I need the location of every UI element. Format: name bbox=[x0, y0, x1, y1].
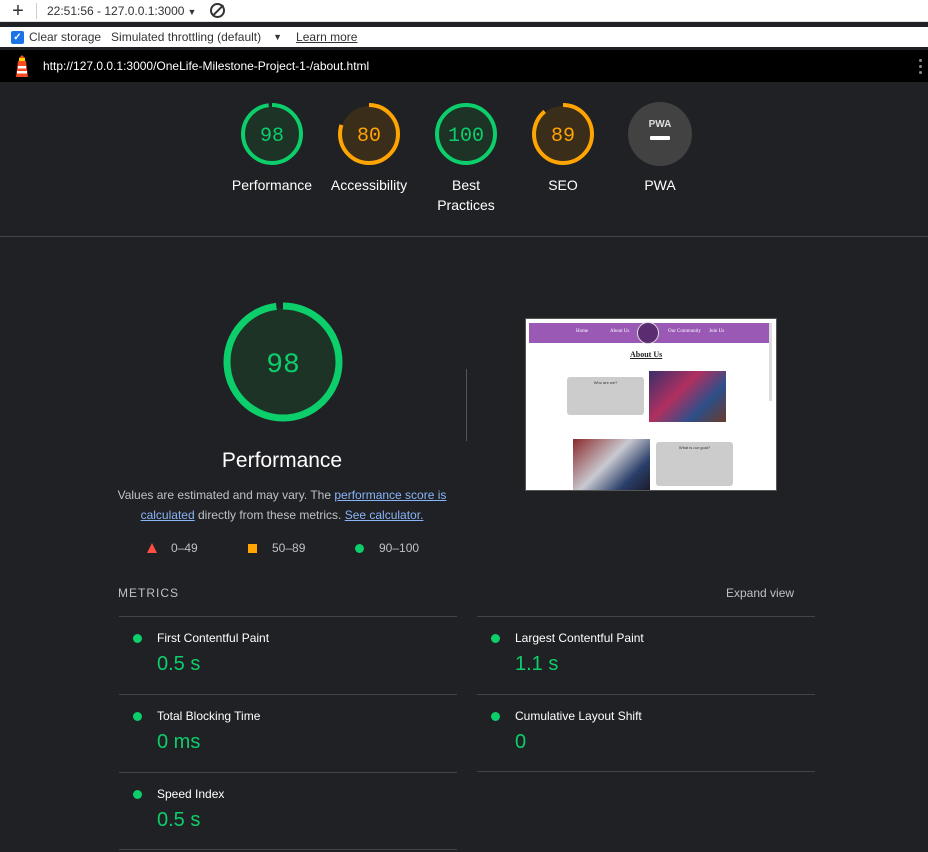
metric-cls: Cumulative Layout Shift 0 bbox=[477, 694, 815, 772]
report-select[interactable]: 22:51:56 - 127.0.0.1:3000 ▼ bbox=[47, 4, 196, 18]
report-url: http://127.0.0.1:3000/OneLife-Milestone-… bbox=[43, 59, 370, 73]
thumb-card-title: Who are we? bbox=[593, 380, 618, 385]
thumb-card-title: What is our goal? bbox=[678, 445, 711, 450]
toolbar-divider bbox=[36, 2, 37, 19]
score-gauges: 98 Performance 80 Accessibility 100 Best… bbox=[0, 82, 928, 237]
thumb-nav-item: Home bbox=[576, 329, 589, 334]
metric-value: 0 ms bbox=[157, 731, 201, 753]
metric-value: 0 bbox=[515, 731, 527, 753]
pass-circle-icon bbox=[491, 712, 500, 721]
thumb-card: Who are we? bbox=[567, 377, 644, 415]
section-divider bbox=[466, 369, 467, 441]
gauge-score: 100 bbox=[448, 125, 484, 148]
gauge-label: Accessibility bbox=[330, 177, 408, 193]
performance-score: 98 bbox=[266, 350, 300, 381]
legend-average: 50–89 bbox=[248, 541, 305, 555]
thumb-image bbox=[573, 439, 650, 490]
metrics-heading: METRICS bbox=[118, 586, 179, 600]
lighthouse-icon bbox=[16, 55, 28, 77]
metric-label: Cumulative Layout Shift bbox=[515, 709, 642, 723]
report-url-bar: http://127.0.0.1:3000/OneLife-Milestone-… bbox=[0, 50, 928, 82]
thumb-heading: About Us bbox=[630, 350, 663, 359]
performance-title: Performance bbox=[221, 449, 343, 472]
performance-note: Values are estimated and may vary. The p… bbox=[112, 485, 452, 525]
gauge-arc: 89 bbox=[532, 103, 594, 165]
thumb-nav-item: About Us bbox=[610, 329, 630, 334]
metric-value: 1.1 s bbox=[515, 653, 559, 675]
throttling-label: Simulated throttling (default) bbox=[111, 30, 262, 44]
clear-storage-checkbox[interactable]: ✓ bbox=[11, 30, 24, 44]
pass-circle-icon bbox=[133, 790, 142, 799]
metric-value: 0.5 s bbox=[157, 809, 201, 831]
gauge-best-practices[interactable]: 100 Best Practices bbox=[418, 102, 514, 215]
legend-pass: 90–100 bbox=[355, 541, 419, 555]
gauge-arc: 98 bbox=[241, 103, 303, 165]
gauge-label: Best Practices bbox=[437, 177, 495, 213]
pass-circle-icon bbox=[133, 634, 142, 643]
gauge-label: PWA bbox=[644, 177, 676, 193]
legend-fail: 0–49 bbox=[147, 541, 198, 555]
new-report-button[interactable]: + bbox=[0, 1, 36, 21]
gauge-performance[interactable]: 98 Performance bbox=[224, 102, 320, 195]
circle-icon bbox=[355, 543, 364, 553]
gauge-pwa[interactable]: PWA PWA bbox=[612, 102, 708, 195]
gauge-label: SEO bbox=[548, 177, 578, 193]
square-icon bbox=[248, 543, 257, 553]
performance-gauge-large: 98 bbox=[223, 302, 343, 422]
thumb-logo bbox=[637, 322, 659, 344]
legend-range: 90–100 bbox=[379, 541, 420, 555]
thumb-nav-item: Our Community bbox=[668, 329, 701, 334]
gauge-label: Performance bbox=[231, 177, 313, 193]
metric-value: 0.5 s bbox=[157, 653, 201, 675]
note-text: directly from these metrics. bbox=[194, 508, 345, 522]
thumb-nav-item: Join Us bbox=[709, 329, 725, 334]
pass-circle-icon bbox=[491, 634, 500, 643]
see-calculator-link[interactable]: See calculator. bbox=[345, 508, 424, 522]
report-select-label: 22:51:56 - 127.0.0.1:3000 bbox=[47, 3, 185, 18]
metric-label: Total Blocking Time bbox=[157, 709, 261, 723]
gauge-accessibility[interactable]: 80 Accessibility bbox=[321, 102, 417, 195]
metric-lcp: Largest Contentful Paint 1.1 s bbox=[477, 616, 815, 694]
gauge-score: 89 bbox=[551, 125, 575, 148]
learn-more-link[interactable]: Learn more bbox=[296, 30, 357, 44]
pass-circle-icon bbox=[133, 712, 142, 721]
gauge-seo[interactable]: 89 SEO bbox=[515, 102, 611, 195]
thumb-image bbox=[649, 371, 726, 422]
expand-view-button[interactable]: Expand view bbox=[726, 586, 794, 600]
settings-bar: ✓ Clear storage Simulated throttling (de… bbox=[0, 27, 928, 47]
gauge-arc: 100 bbox=[435, 103, 497, 165]
gauge-arc: 80 bbox=[338, 103, 400, 165]
metric-si: Speed Index 0.5 s bbox=[119, 772, 457, 850]
metric-label: Speed Index bbox=[157, 787, 225, 801]
metric-label: First Contentful Paint bbox=[157, 631, 270, 645]
clear-icon[interactable] bbox=[210, 3, 226, 18]
clear-storage-label: Clear storage bbox=[29, 30, 102, 44]
triangle-icon bbox=[147, 543, 157, 553]
note-text: Values are estimated and may vary. The bbox=[117, 488, 335, 502]
page-screenshot-thumbnail[interactable]: Home About Us Our Community Join Us Abou… bbox=[525, 318, 777, 491]
pwa-badge-icon: PWA bbox=[628, 102, 692, 166]
legend-range: 50–89 bbox=[272, 541, 306, 555]
metric-tbt: Total Blocking Time 0 ms bbox=[119, 694, 457, 772]
thumb-scrollbar bbox=[769, 323, 772, 401]
pwa-badge-text: PWA bbox=[649, 119, 672, 130]
throttling-dropdown-icon[interactable]: ▼ bbox=[273, 32, 282, 42]
gauge-score: 80 bbox=[357, 125, 381, 148]
gauge-score: 98 bbox=[260, 125, 284, 148]
devtools-toolbar: + 22:51:56 - 127.0.0.1:3000 ▼ bbox=[0, 0, 928, 22]
legend-range: 0–49 bbox=[171, 541, 198, 555]
metric-label: Largest Contentful Paint bbox=[515, 631, 644, 645]
chevron-down-icon: ▼ bbox=[187, 6, 197, 17]
more-options-icon[interactable] bbox=[919, 59, 922, 74]
metric-fcp: First Contentful Paint 0.5 s bbox=[119, 616, 457, 694]
thumb-card: What is our goal? bbox=[656, 442, 733, 486]
